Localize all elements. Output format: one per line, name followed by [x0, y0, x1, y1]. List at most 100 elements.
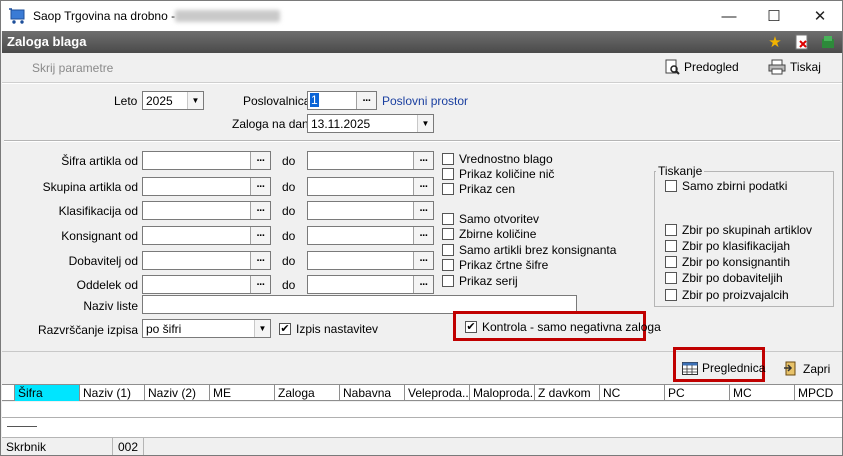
checkbox-icon [442, 244, 454, 256]
range-label-konsignant: Konsignant od [61, 229, 138, 243]
lookup-button[interactable]: ··· [250, 252, 270, 269]
action-bar: Preglednica Zapri [2, 347, 842, 383]
lookup-button[interactable]: ··· [250, 276, 270, 293]
parameter-panel: Leto 2025 ▼ Poslovalnica 1 ··· Poslovni … [2, 83, 842, 351]
grid-col-naziv1[interactable]: Naziv (1) [80, 385, 145, 401]
lookup-button[interactable]: ··· [413, 202, 433, 219]
checkbox-zbir-proizvajalci[interactable]: Zbir po proizvajalcih [665, 288, 789, 302]
grid-col-naziv2[interactable]: Naziv (2) [145, 385, 210, 401]
checkbox-vrednostno-blago[interactable]: Vrednostno blago [442, 152, 553, 166]
print-label: Tiskaj [790, 60, 821, 74]
delete-doc-icon[interactable] [792, 32, 812, 52]
hide-params-button[interactable]: Skrij parametre [32, 61, 113, 75]
lookup-button[interactable]: ··· [250, 202, 270, 219]
chevron-down-icon: ▼ [187, 92, 203, 109]
checkbox-prikaz-cen[interactable]: Prikaz cen [442, 182, 515, 196]
star-icon[interactable]: ★ [765, 32, 785, 52]
lookup-button[interactable]: ··· [250, 227, 270, 244]
checkbox-icon [665, 180, 677, 192]
grid-col-me[interactable]: ME [210, 385, 275, 401]
form-title: Zaloga blaga [7, 34, 87, 49]
checkbox-icon [665, 272, 677, 284]
checkbox-crtne-sifre[interactable]: Prikaz črtne šifre [442, 258, 548, 272]
checkbox-samo-otvoritev[interactable]: Samo otvoritev [442, 212, 539, 226]
lookup-button[interactable]: ··· [356, 92, 376, 109]
range-to-sifra[interactable]: ··· [307, 151, 434, 170]
razvrscanje-select[interactable]: po šifri ▼ [142, 319, 271, 338]
grid-col-veleprodajna[interactable]: Veleproda... [405, 385, 470, 401]
izpis-nastavitev-checkbox[interactable]: ✔ Izpis nastavitev [279, 322, 378, 336]
grid-indicator-col [2, 385, 15, 401]
preglednica-button[interactable]: Preglednica [682, 361, 765, 375]
range-to-klasifikacija[interactable]: ··· [307, 201, 434, 220]
range-from-skupina[interactable]: ··· [142, 177, 271, 196]
lookup-button[interactable]: ··· [413, 227, 433, 244]
checkbox-prikaz-serij[interactable]: Prikaz serij [442, 274, 518, 288]
checkbox-zbir-konsignanti[interactable]: Zbir po konsignantih [665, 255, 790, 269]
grid-col-nabavna[interactable]: Nabavna [340, 385, 405, 401]
grid-col-maloprodajna[interactable]: Maloproda... [470, 385, 535, 401]
zaloga-date-picker[interactable]: 13.11.2025 ▼ [307, 114, 434, 133]
checkbox-zbirne-kolicine[interactable]: Zbirne količine [442, 227, 536, 241]
grid-col-sifra[interactable]: Šifra [15, 385, 80, 401]
range-from-dobavitelj[interactable]: ··· [142, 251, 271, 270]
grid-col-mpcd[interactable]: MPCD [795, 385, 842, 401]
status-user: Skrbnik [6, 440, 47, 454]
print-button[interactable]: Tiskaj [768, 59, 821, 75]
do-label: do [282, 180, 296, 194]
lookup-button[interactable]: ··· [413, 152, 433, 169]
grid-body[interactable] [2, 402, 842, 437]
grid-col-nc[interactable]: NC [600, 385, 665, 401]
checkbox-icon [442, 275, 454, 287]
poslovalnica-field[interactable]: 1 ··· [307, 91, 377, 110]
checkbox-zbir-dobavitelji[interactable]: Zbir po dobaviteljih [665, 271, 783, 285]
do-label: do [282, 278, 296, 292]
range-from-oddelek[interactable]: ··· [142, 275, 271, 294]
leto-select[interactable]: 2025 ▼ [142, 91, 204, 110]
minimize-button[interactable]: — [706, 1, 752, 31]
zaloga-date-value: 13.11.2025 [311, 117, 371, 131]
checkbox-icon [442, 228, 454, 240]
poslovni-prostor-link[interactable]: Poslovni prostor [382, 94, 468, 108]
range-to-skupina[interactable]: ··· [307, 177, 434, 196]
kontrola-negativna-checkbox[interactable]: ✔ Kontrola - samo negativna zaloga [465, 320, 661, 334]
lookup-button[interactable]: ··· [413, 252, 433, 269]
form-header: Zaloga blaga ★ [2, 31, 842, 53]
do-label: do [282, 154, 296, 168]
range-from-klasifikacija[interactable]: ··· [142, 201, 271, 220]
grid-col-z-davkom[interactable]: Z davkom [535, 385, 600, 401]
kontrola-label: Kontrola - samo negativna zaloga [482, 320, 661, 334]
maximize-button[interactable]: ☐ [751, 1, 797, 31]
checkbox-zbir-klasifikacije[interactable]: Zbir po klasifikacijah [665, 239, 790, 253]
printer-icon [768, 59, 786, 75]
lookup-button[interactable]: ··· [250, 152, 270, 169]
checkbox-prikaz-kolicine-nic[interactable]: Prikaz količine nič [442, 167, 554, 181]
lookup-button[interactable]: ··· [250, 178, 270, 195]
range-label-dobavitelj: Dobavitelj od [68, 254, 138, 268]
grid-col-pc[interactable]: PC [665, 385, 730, 401]
lookup-button[interactable]: ··· [413, 178, 433, 195]
checkbox-icon [665, 289, 677, 301]
range-to-konsignant[interactable]: ··· [307, 226, 434, 245]
status-separator [143, 438, 144, 455]
checkbox-icon [442, 183, 454, 195]
zaloga-label: Zaloga na dan [232, 117, 309, 131]
checkbox-samo-zbirni[interactable]: Samo zbirni podatki [665, 179, 787, 193]
close-button[interactable]: ✕ [797, 1, 842, 31]
zapri-button[interactable]: Zapri [783, 361, 830, 376]
grid-footer-dash [7, 426, 37, 427]
poslovalnica-value: 1 [310, 93, 319, 107]
grid-col-zaloga[interactable]: Zaloga [275, 385, 340, 401]
range-from-sifra[interactable]: ··· [142, 151, 271, 170]
checkbox-zbir-skupine[interactable]: Zbir po skupinah artiklov [665, 223, 812, 237]
grid-col-mc[interactable]: MC [730, 385, 795, 401]
izpis-nastavitev-label: Izpis nastavitev [296, 322, 379, 336]
range-to-dobavitelj[interactable]: ··· [307, 251, 434, 270]
range-from-konsignant[interactable]: ··· [142, 226, 271, 245]
export-icon[interactable] [818, 32, 838, 52]
lookup-button[interactable]: ··· [413, 276, 433, 293]
range-to-oddelek[interactable]: ··· [307, 275, 434, 294]
checkbox-brez-konsignanta[interactable]: Samo artikli brez konsignanta [442, 243, 616, 257]
app-window: Saop Trgovina na drobno - — ☐ ✕ Zaloga b… [0, 0, 843, 456]
preview-button[interactable]: Predogled [664, 59, 739, 75]
